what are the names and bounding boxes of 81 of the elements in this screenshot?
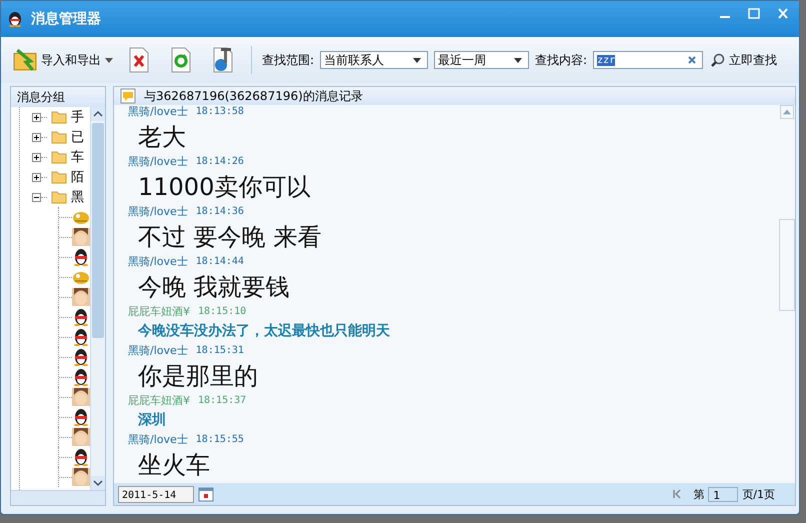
search-field[interactable]: zzr [593, 51, 704, 69]
penguin-icon [7, 11, 23, 27]
page-count: 页/1页 [742, 486, 775, 502]
caret-icon [413, 58, 422, 62]
message-time: 18:14:36 [196, 205, 244, 219]
message-time: 18:14:26 [196, 155, 244, 169]
scroll-up-icon[interactable] [91, 107, 105, 121]
message-time: 18:15:10 [198, 305, 246, 319]
expand-icon[interactable] [32, 132, 41, 142]
chat-title: 与362687196(362687196)的消息记录 [144, 88, 363, 104]
penguin-icon[interactable] [72, 448, 90, 466]
avatar-icon[interactable] [72, 428, 90, 446]
search-button[interactable]: 立即查找 [709, 50, 780, 70]
group-name[interactable]: 陌 [71, 168, 84, 186]
caret-icon [105, 58, 113, 62]
import-export-button[interactable]: 导入和导出 [11, 46, 115, 74]
message-time: 18:15:31 [196, 344, 244, 358]
scroll-thumb[interactable] [779, 219, 795, 311]
message-text: 今晚 我就要钱 [138, 273, 290, 301]
folder-arrow-icon [13, 48, 37, 72]
page-field[interactable]: 1 [708, 486, 738, 502]
caret-icon [514, 58, 522, 62]
penguin-icon[interactable] [72, 368, 90, 386]
message-time: 18:15:37 [198, 394, 246, 408]
content-label: 查找内容: [535, 52, 588, 68]
message-text: 坐火车 [138, 451, 210, 479]
sender-name: 黑骑/love士 [128, 255, 188, 269]
avatar-icon[interactable] [72, 288, 90, 306]
sender-name: 屁屁车妞酒¥ [128, 394, 190, 408]
page-label: 第 [693, 486, 704, 502]
penguin-icon[interactable] [72, 348, 90, 366]
message-time: 18:15:55 [196, 433, 244, 447]
folder-icon [51, 130, 67, 144]
group-name[interactable]: 手 [71, 108, 84, 126]
avatar-icon[interactable] [72, 468, 90, 486]
document-tools-icon[interactable] [211, 46, 235, 74]
penguin-icon[interactable] [72, 308, 90, 326]
folder-icon [51, 190, 67, 204]
sender-name: 黑骑/love士 [128, 105, 188, 119]
date-field[interactable]: 2011-5-14 [118, 486, 194, 502]
scroll-down-icon[interactable] [91, 476, 105, 490]
group-name[interactable]: 黑 [71, 188, 84, 206]
folder-icon [51, 150, 67, 164]
avatar-icon[interactable] [72, 388, 90, 406]
horizontal-scrollbar[interactable] [11, 490, 105, 505]
message-time: 18:14:44 [196, 255, 244, 269]
search-icon [711, 53, 726, 67]
penguin-icon[interactable] [72, 248, 90, 266]
collapse-icon[interactable] [32, 192, 41, 202]
message-time: 18:13:58 [196, 105, 244, 119]
message-text: 不过 要今晚 来看 [138, 223, 322, 251]
clear-icon[interactable] [688, 56, 696, 64]
folder-icon [51, 170, 67, 184]
expand-icon[interactable] [32, 152, 41, 162]
message-text: 深圳 [138, 412, 166, 428]
group-name[interactable]: 已 [71, 128, 84, 146]
sidebar-title: 消息分组 [11, 87, 105, 107]
expand-icon[interactable] [32, 172, 41, 182]
window-title: 消息管理器 [31, 10, 101, 28]
scope-label: 查找范围: [262, 52, 314, 68]
message-text: 老大 [138, 123, 186, 151]
sender-name: 屁屁车妞酒¥ [128, 305, 190, 319]
delete-document-icon[interactable] [127, 46, 151, 74]
sender-name: 黑骑/love士 [128, 205, 188, 219]
avatar-icon[interactable] [72, 228, 90, 246]
message-text: 11000卖你可以 [138, 173, 310, 201]
refresh-document-icon[interactable] [169, 46, 193, 74]
message-text: 今晚没车没办法了，太迟最快也只能明天 [138, 323, 390, 339]
sender-name: 黑骑/love士 [128, 155, 188, 169]
folder-icon [51, 110, 67, 124]
period-dropdown[interactable]: 最近一周 [434, 51, 530, 69]
sender-name: 黑骑/love士 [128, 344, 188, 358]
expand-icon[interactable] [32, 112, 41, 122]
scope-dropdown[interactable]: 当前联系人 [320, 51, 428, 69]
sender-name: 黑骑/love士 [128, 433, 188, 447]
penguin-icon[interactable] [72, 408, 90, 426]
penguin-icon[interactable] [72, 328, 90, 346]
group-name[interactable]: 车 [71, 148, 84, 166]
calendar-icon[interactable] [198, 486, 214, 502]
message-text: 你是那里的 [138, 362, 258, 390]
first-page-icon[interactable] [673, 489, 682, 499]
